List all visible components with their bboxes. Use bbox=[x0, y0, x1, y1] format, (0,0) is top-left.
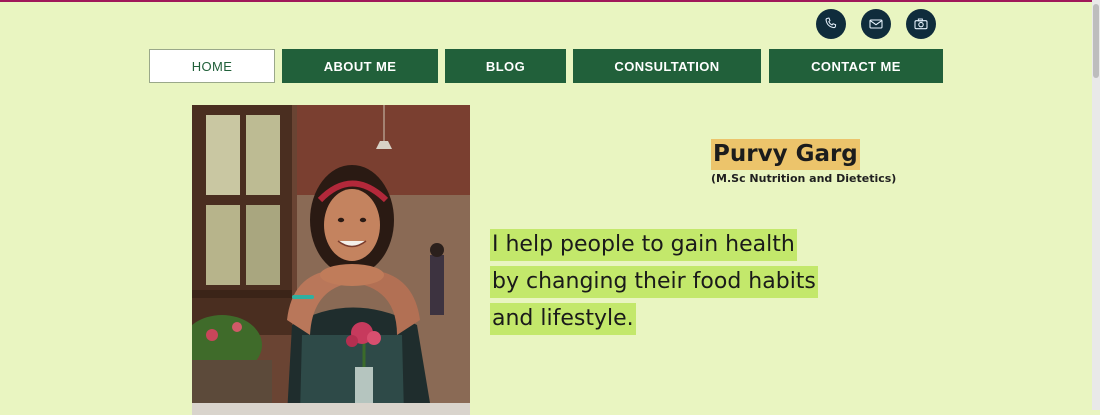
mail-icon[interactable] bbox=[861, 9, 891, 39]
tagline-line: by changing their food habits bbox=[490, 266, 818, 298]
tagline-line: and lifestyle. bbox=[490, 303, 636, 335]
profile-photo bbox=[192, 105, 470, 415]
camera-icon[interactable] bbox=[906, 9, 936, 39]
nav-about-me[interactable]: ABOUT ME bbox=[282, 49, 438, 83]
tagline: I help people to gain health by changing… bbox=[490, 229, 830, 340]
nav-consultation[interactable]: CONSULTATION bbox=[573, 49, 761, 83]
social-icons bbox=[816, 9, 936, 39]
top-accent-bar bbox=[0, 0, 1100, 2]
nav-consultation-label: CONSULTATION bbox=[614, 58, 720, 74]
nav-home[interactable]: HOME bbox=[149, 49, 275, 83]
page-scrollbar[interactable] bbox=[1092, 0, 1100, 410]
profile-name: Purvy Garg bbox=[711, 139, 860, 170]
nav-home-label: HOME bbox=[191, 58, 233, 74]
nav-blog[interactable]: BLOG bbox=[445, 49, 566, 83]
nav-blog-label: BLOG bbox=[485, 58, 526, 74]
scrollbar-thumb[interactable] bbox=[1093, 4, 1099, 78]
phone-icon[interactable] bbox=[816, 9, 846, 39]
nav-contact-me-label: CONTACT ME bbox=[811, 58, 901, 74]
profile-header: Purvy Garg (M.Sc Nutrition and Dietetics… bbox=[711, 139, 896, 185]
tagline-line: I help people to gain health bbox=[490, 229, 797, 261]
nav-about-me-label: ABOUT ME bbox=[323, 58, 397, 74]
nav-contact-me[interactable]: CONTACT ME bbox=[769, 49, 943, 83]
profile-degree: (M.Sc Nutrition and Dietetics) bbox=[711, 172, 897, 185]
